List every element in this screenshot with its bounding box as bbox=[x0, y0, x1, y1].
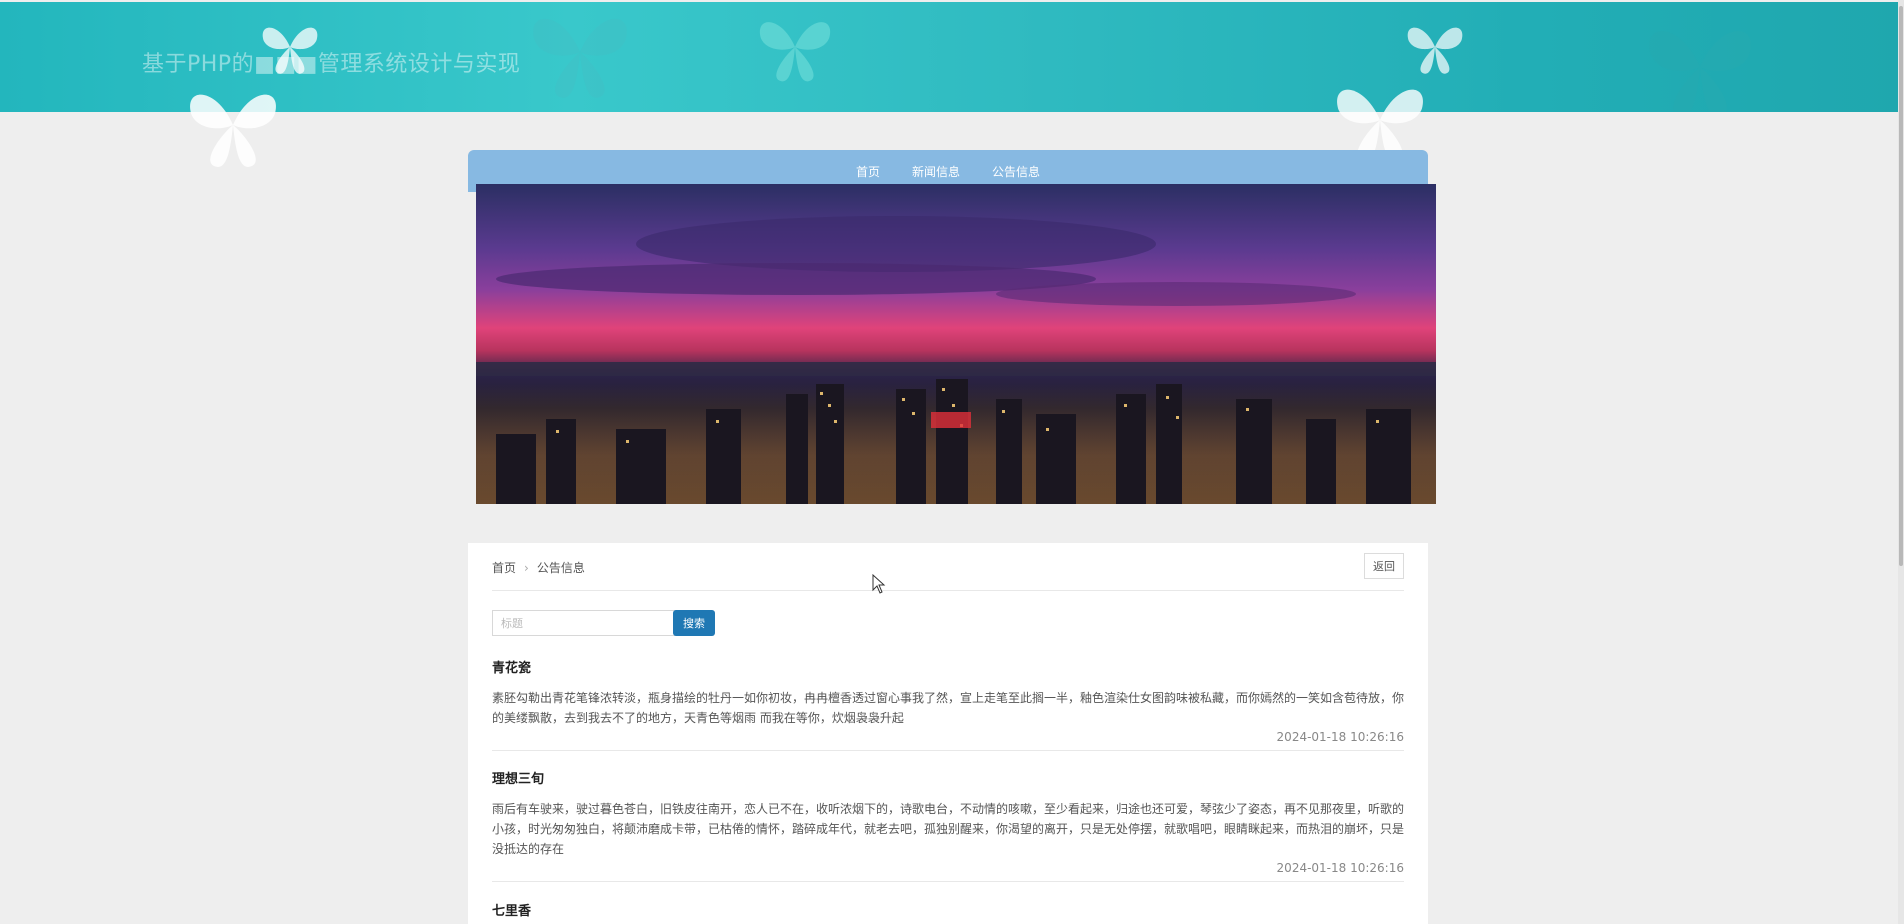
title-search-input[interactable] bbox=[492, 610, 678, 636]
nav-item-news[interactable]: 新闻信息 bbox=[912, 163, 960, 180]
search-button[interactable]: 搜索 bbox=[673, 610, 715, 636]
breadcrumb: 首页 › 公告信息 bbox=[492, 559, 585, 576]
notice-date: 2024-01-18 10:26:16 bbox=[1276, 861, 1404, 875]
city-skyline-image bbox=[476, 216, 1436, 504]
notice-item[interactable]: 理想三旬 雨后有车驶来，驶过暮色苍白，旧铁皮往南开，恋人已不在，收听浓烟下的，诗… bbox=[492, 768, 1404, 875]
banner-image bbox=[476, 184, 1436, 504]
back-button[interactable]: 返回 bbox=[1364, 553, 1404, 579]
notice-item[interactable]: 青花瓷 素胚勾勒出青花笔锋浓转淡，瓶身描绘的牡丹一如你初妆，冉冉檀香透过窗心事我… bbox=[492, 657, 1404, 744]
notice-date: 2024-01-18 10:26:16 bbox=[1276, 730, 1404, 744]
breadcrumb-separator-icon: › bbox=[524, 561, 529, 575]
nav-item-home[interactable]: 首页 bbox=[856, 163, 880, 180]
butterfly-icon bbox=[533, 18, 627, 98]
scrollbar-thumb[interactable] bbox=[1899, 6, 1903, 566]
notice-content: 素胚勾勒出青花笔锋浓转淡，瓶身描绘的牡丹一如你初妆，冉冉檀香透过窗心事我了然，宣… bbox=[492, 691, 1405, 725]
page-scrollbar[interactable] bbox=[1898, 0, 1904, 924]
notice-content: 雨后有车驶来，驶过暮色苍白，旧铁皮往南开，恋人已不在，收听浓烟下的，诗歌电台，不… bbox=[492, 802, 1405, 856]
butterfly-icon bbox=[190, 94, 276, 167]
divider bbox=[492, 881, 1404, 882]
nav-item-notices[interactable]: 公告信息 bbox=[992, 163, 1040, 180]
notice-title[interactable]: 理想三旬 bbox=[492, 768, 1404, 787]
breadcrumb-current: 公告信息 bbox=[536, 561, 585, 575]
breadcrumb-home[interactable]: 首页 bbox=[492, 561, 516, 575]
notice-title[interactable]: 七里香 bbox=[492, 900, 1404, 919]
mouse-cursor-icon bbox=[872, 574, 886, 594]
divider bbox=[492, 750, 1404, 751]
divider bbox=[492, 590, 1404, 591]
butterfly-icon bbox=[759, 22, 831, 82]
notice-title[interactable]: 青花瓷 bbox=[492, 657, 1404, 676]
butterfly-icon bbox=[1649, 31, 1751, 112]
notice-item[interactable]: 七里香 bbox=[492, 900, 1404, 919]
content-panel: 首页 › 公告信息 返回 搜索 青花瓷 素胚勾勒出青花笔锋浓转淡，瓶身描绘的牡丹一如… bbox=[468, 543, 1428, 924]
